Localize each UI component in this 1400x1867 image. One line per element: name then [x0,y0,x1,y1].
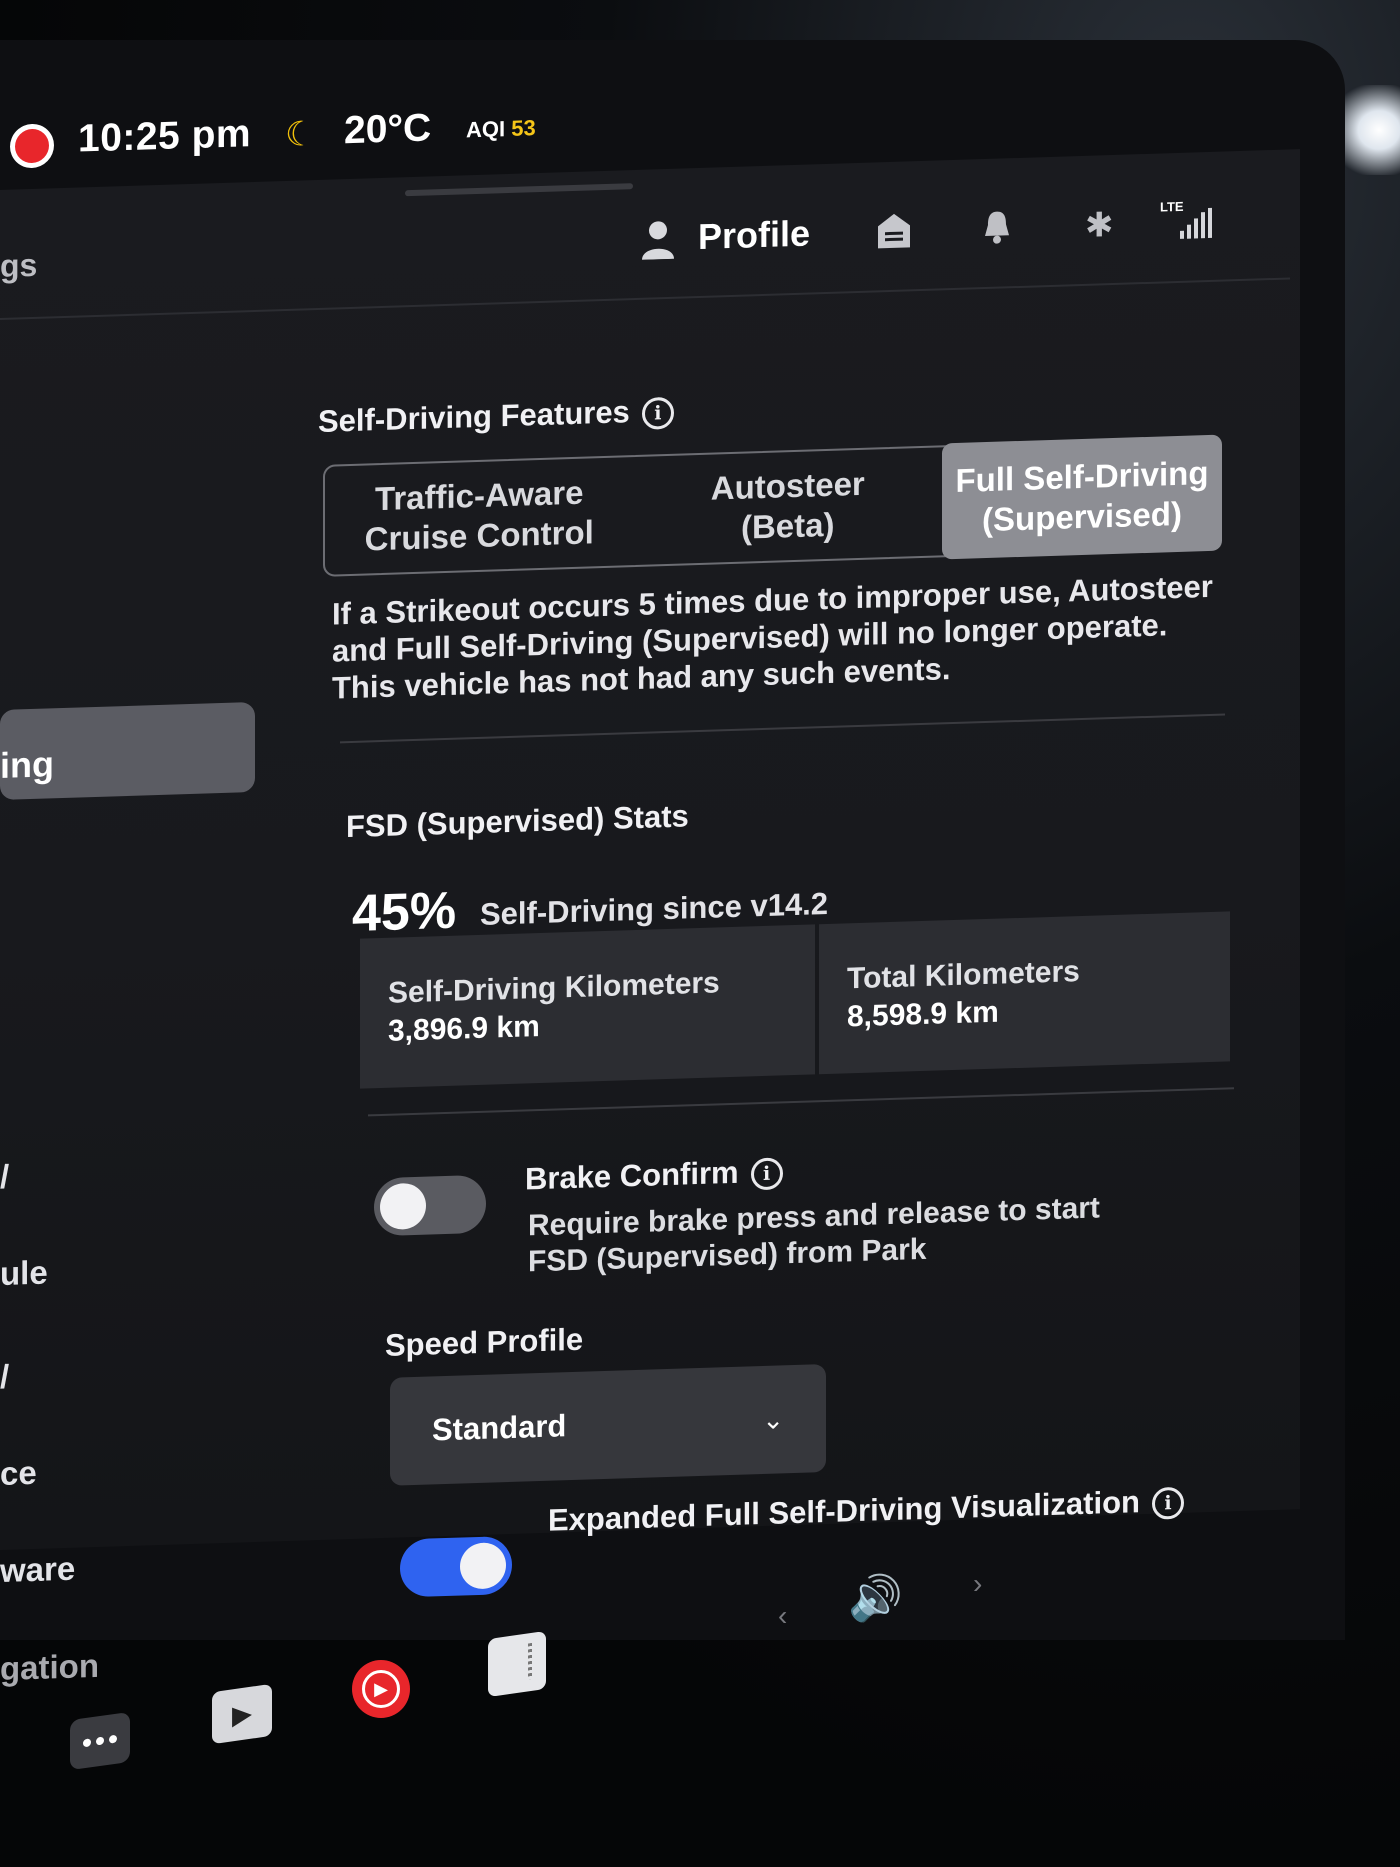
sidebar-item-navigation[interactable]: gation [0,1647,99,1688]
youtube-icon[interactable]: ▶ [352,1660,410,1718]
record-icon[interactable] [10,123,54,169]
clock: 10:25 pm [78,112,252,161]
speed-profile-label: Speed Profile [385,1321,584,1363]
profile-button[interactable]: Profile [698,213,810,259]
brake-confirm-title: Brake Confirm [525,1154,739,1197]
option-autosteer[interactable]: Autosteer (Beta) [634,447,943,565]
toggle-knob [460,1542,506,1590]
chevron-left-icon[interactable]: ‹ [778,1600,787,1632]
profile-icon[interactable] [640,219,676,260]
speed-profile-select[interactable]: Standard ⌄ [390,1364,826,1486]
fsd-stats-table: Self-Driving Kilometers 3,896.9 km Total… [360,911,1230,1089]
signal-icon [1180,207,1212,239]
total-km-label: Total Kilometers [847,955,1080,996]
info-icon[interactable]: i [641,396,674,430]
breadcrumb[interactable]: gs [0,247,37,285]
aqi-value: 53 [511,115,536,141]
home-icon[interactable] [876,211,912,250]
sidebar-item-4[interactable]: ce [0,1454,37,1493]
self-driving-km-cell: Self-Driving Kilometers 3,896.9 km [360,924,815,1089]
speed-profile-value: Standard [432,1408,567,1448]
more-apps-icon[interactable] [70,1711,130,1771]
sidebar-item-2[interactable]: ule [0,1254,48,1293]
volume-icon[interactable]: 🔊 [848,1572,903,1624]
sidebar-item-1[interactable]: / [0,1158,9,1196]
car-display: 10:25 pm ☾ 20°C AQI 53 gs Profile ✱ LTE [0,0,1400,1867]
option-label-line2: (Beta) [740,505,835,546]
option-label-line2: Cruise Control [364,513,594,558]
screen: 10:25 pm ☾ 20°C AQI 53 gs Profile ✱ LTE [0,0,1340,1687]
sidebar-item-3[interactable]: / [0,1358,9,1396]
chevron-right-icon[interactable]: › [973,1568,982,1600]
brake-confirm-toggle[interactable] [374,1174,486,1237]
info-icon[interactable]: i [1151,1486,1184,1520]
aqi-badge: AQI 53 [466,115,536,143]
chevron-down-icon: ⌄ [762,1403,784,1435]
info-icon[interactable]: i [750,1157,783,1191]
option-label-line1: Autosteer [710,465,865,508]
self-driving-km-value: 3,896.9 km [388,1010,540,1048]
notes-app-icon[interactable] [488,1630,546,1698]
moon-icon: ☾ [285,115,316,155]
aqi-label: AQI [466,116,506,143]
option-label-line2: (Supervised) [982,494,1182,539]
sidebar-item-autopilot[interactable]: ing [0,743,54,787]
theater-icon[interactable]: ▶ [212,1683,272,1745]
self-driving-percent: 45% [352,881,457,943]
bell-icon[interactable] [982,208,1012,245]
settings-panel [0,149,1300,1550]
option-full-self-driving[interactable]: Full Self-Driving (Supervised) [942,434,1222,560]
sidebar-item-software[interactable]: ware [0,1550,75,1590]
temperature: 20°C [344,106,432,153]
option-traffic-aware-cruise[interactable]: Traffic-Aware Cruise Control [325,457,634,575]
visualization-toggle[interactable] [400,1535,512,1598]
bluetooth-icon[interactable]: ✱ [1085,205,1114,246]
total-km-cell: Total Kilometers 8,598.9 km [819,911,1230,1075]
toggle-knob [380,1182,426,1231]
total-km-value: 8,598.9 km [847,995,999,1034]
